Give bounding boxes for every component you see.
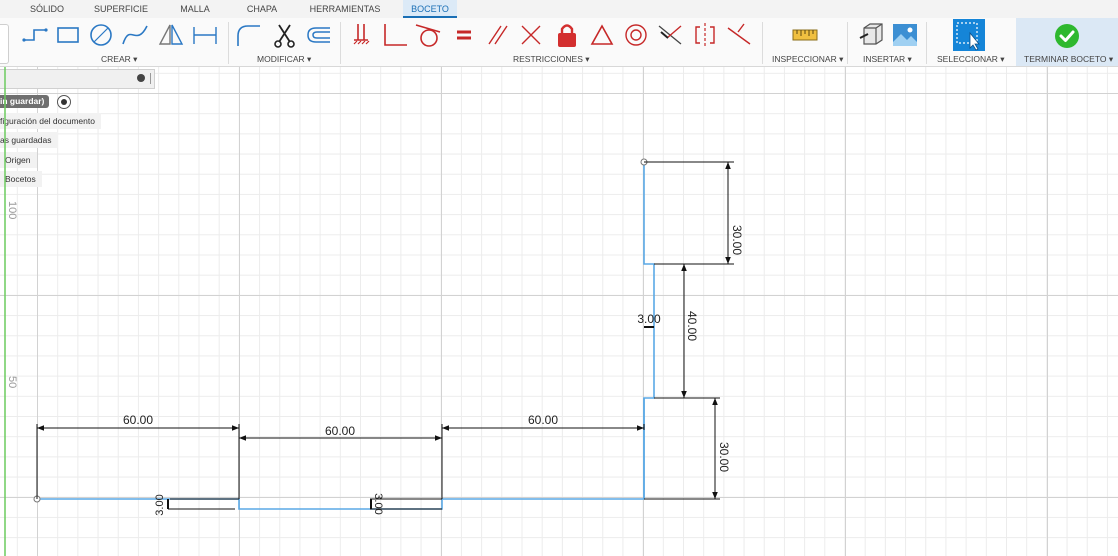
sketch-profile[interactable]	[37, 162, 655, 510]
dimension-width-3[interactable]: 60.00	[528, 413, 558, 427]
dimension-width-1[interactable]: 60.00	[123, 413, 153, 427]
dimension-height-upper[interactable]: 30.00	[730, 225, 744, 255]
profile-outer-line	[37, 162, 655, 510]
dimension-thickness-1[interactable]: 3.00	[154, 494, 166, 515]
dimension-thickness-3[interactable]: 3.00	[637, 312, 661, 326]
dimension-height-lower[interactable]: 30.00	[717, 442, 731, 472]
dimension-lines	[36, 161, 734, 510]
dimension-height-mid[interactable]: 40.00	[685, 311, 699, 341]
dimension-thickness-2[interactable]: 3.00	[372, 493, 384, 514]
dimension-width-2[interactable]: 60.00	[325, 424, 355, 438]
sketch-drawing: 60.00 60.00 60.00 3.00 3.00 3.00 30.00 4…	[4, 67, 744, 556]
